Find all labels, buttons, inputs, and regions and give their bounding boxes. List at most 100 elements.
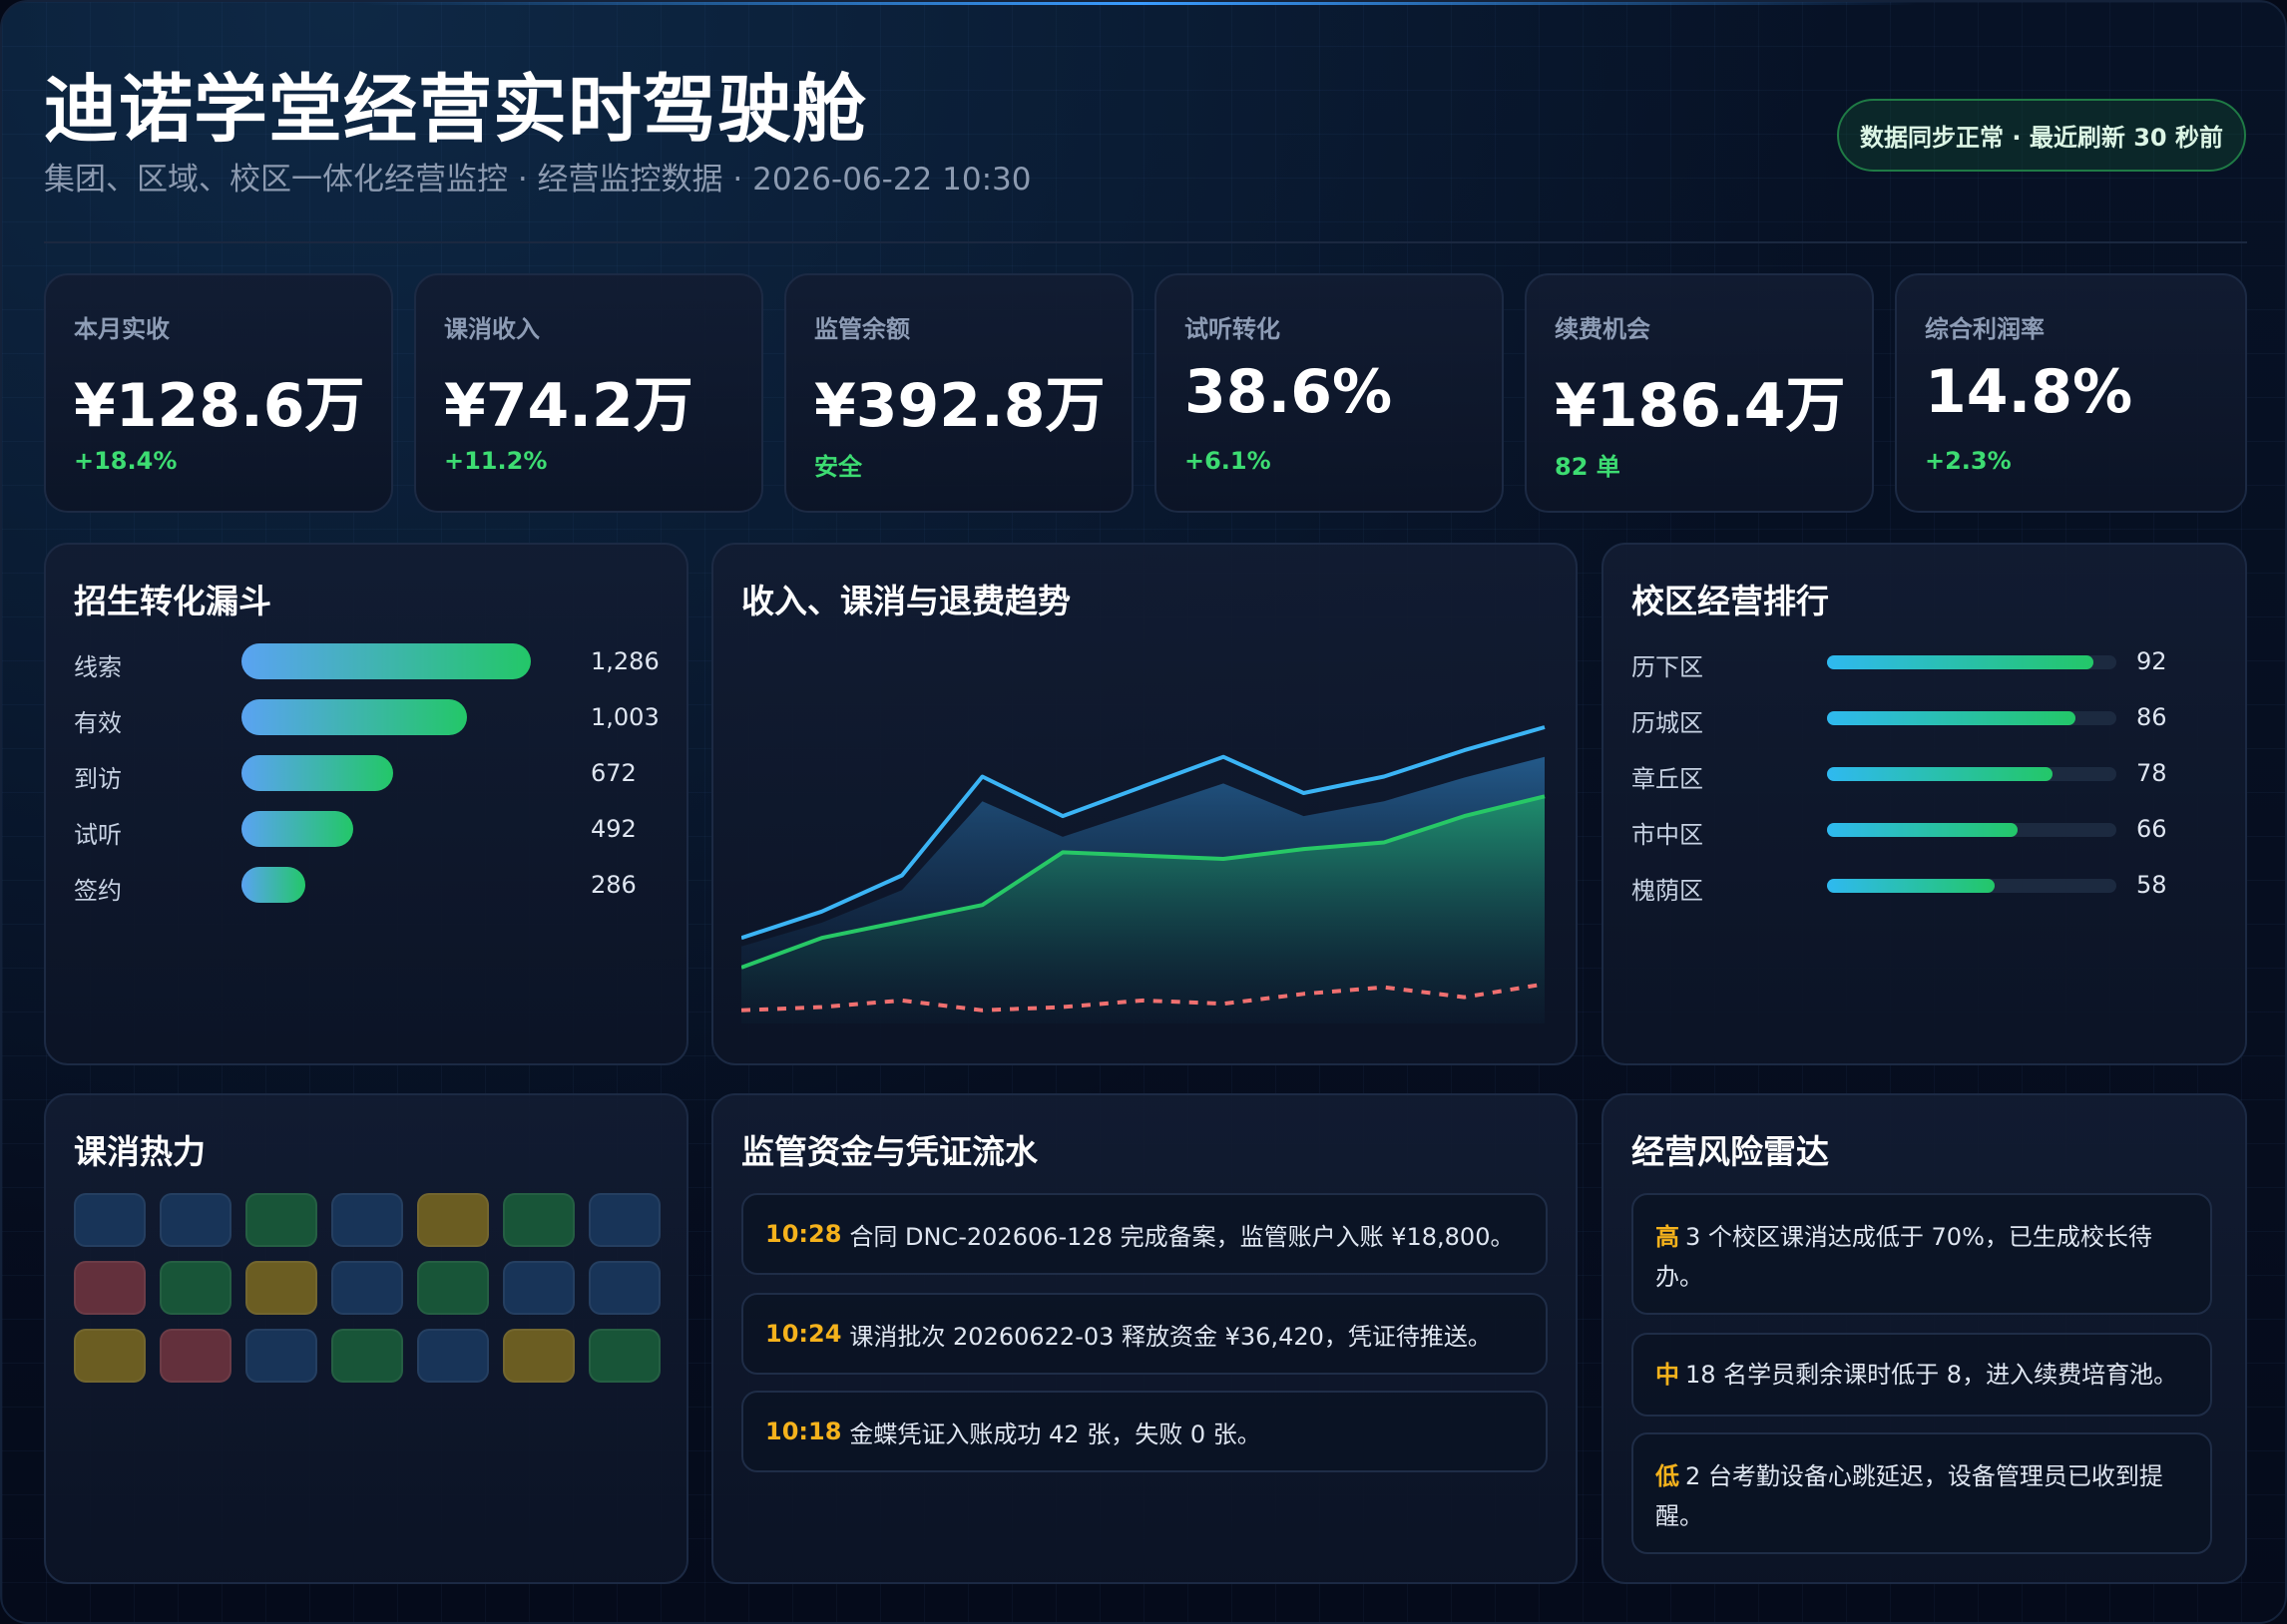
heatmap-cell[interactable] [331,1261,403,1315]
kpi-card-profit-margin[interactable]: 综合利润率 14.8% +2.3% [1895,273,2247,513]
funnel-value: 672 [591,759,637,787]
funnel-label: 到访 [74,765,122,793]
funnel-bar [241,811,353,847]
heatmap-cell[interactable] [160,1193,231,1247]
funnel-row[interactable]: 线索 1,286 [74,643,660,681]
heatmap-cell[interactable] [160,1261,231,1315]
heatmap-cell[interactable] [245,1329,317,1383]
heatmap-cell[interactable] [503,1193,575,1247]
risk-level: 高 [1655,1223,1679,1251]
funnel-row[interactable]: 到访 672 [74,755,637,793]
panel-title: 招生转化漏斗 [74,582,271,620]
ranking-score: 78 [2136,759,2167,787]
heatmap-cell[interactable] [331,1193,403,1247]
heatmap-cell[interactable] [245,1193,317,1247]
heatmap-cell[interactable] [74,1329,146,1383]
ranking-label: 历下区 [1631,653,1703,681]
heatmap-grid [74,1193,663,1393]
flow-text: 合同 DNC-202606-128 完成备案，监管账户入账 ¥18,800。 [849,1222,1515,1251]
kpi-card-renewal-opportunity[interactable]: 续费机会 ¥186.4万 82 单 [1525,273,1874,513]
kpi-card-course-revenue[interactable]: 课消收入 ¥74.2万 +11.2% [414,273,763,513]
funds-flow-item[interactable]: 10:28 合同 DNC-202606-128 完成备案，监管账户入账 ¥18,… [741,1193,1548,1275]
heatmap-cell[interactable] [417,1193,489,1247]
heatmap-cell[interactable] [417,1261,489,1315]
ranking-row[interactable]: 历城区 86 [1631,699,2190,737]
kpi-label: 课消收入 [444,315,540,343]
kpi-label: 试听转化 [1184,315,1280,343]
funnel-row[interactable]: 试听 492 [74,811,637,849]
heatmap-cell[interactable] [589,1261,661,1315]
heatmap-cell[interactable] [589,1193,661,1247]
ranking-label: 章丘区 [1631,765,1703,793]
kpi-delta: +6.1% [1184,447,1271,475]
ranking-label: 槐荫区 [1631,877,1703,905]
risk-level: 中 [1655,1361,1679,1389]
ranking-row[interactable]: 市中区 66 [1631,811,2190,849]
flow-time: 10:28 [765,1220,842,1248]
risk-text: 18 名学员剩余课时低于 8，进入续费培育池。 [1685,1361,2178,1389]
trend-panel: 收入、课消与退费趋势 [711,543,1578,1065]
heatmap-cell[interactable] [589,1329,661,1383]
ranking-bar [1827,711,2075,725]
heatmap-cell[interactable] [74,1261,146,1315]
heatmap-cell[interactable] [503,1329,575,1383]
ranking-score: 58 [2136,871,2167,899]
kpi-card-trial-conversion[interactable]: 试听转化 38.6% +6.1% [1154,273,1504,513]
ranking-bar [1827,879,1995,893]
ranking-score: 66 [2136,815,2167,843]
funnel-row[interactable]: 签约 286 [74,867,637,905]
funds-flow-item[interactable]: 10:24 课消批次 20260622-03 释放资金 ¥36,420，凭证待推… [741,1293,1548,1375]
panel-title: 校区经营排行 [1631,582,1829,620]
risk-item[interactable]: 低2 台考勤设备心跳延迟，设备管理员已收到提醒。 [1631,1432,2212,1554]
ranking-bar [1827,767,2053,781]
risk-text: 2 台考勤设备心跳延迟，设备管理员已收到提醒。 [1655,1462,2163,1530]
ranking-panel: 校区经营排行 历下区 92 历城区 86 章丘区 78 市中区 66 槐荫区 5… [1601,543,2247,1065]
heatmap-cell[interactable] [503,1261,575,1315]
funds-panel: 监管资金与凭证流水 10:28 合同 DNC-202606-128 完成备案，监… [711,1093,1578,1584]
funnel-bar [241,755,393,791]
funnel-bar [241,643,531,679]
panel-title: 课消热力 [74,1132,206,1171]
heatmap-cell[interactable] [74,1193,146,1247]
kpi-label: 监管余额 [814,315,910,343]
top-accent-line [361,2,1918,5]
kpi-delta: 安全 [814,453,862,481]
funnel-label: 有效 [74,709,122,737]
kpi-value: 14.8% [1925,357,2133,427]
panel-title: 经营风险雷达 [1631,1132,1829,1171]
funnel-row[interactable]: 有效 1,003 [74,699,660,737]
heatmap-cell[interactable] [331,1329,403,1383]
kpi-label: 本月实收 [74,315,170,343]
funnel-bar [241,867,305,903]
heatmap-cell[interactable] [417,1329,489,1383]
risk-item[interactable]: 高3 个校区课消达成低于 70%，已生成校长待办。 [1631,1193,2212,1315]
risk-item[interactable]: 中 18 名学员剩余课时低于 8，进入续费培育池。 [1631,1333,2212,1417]
ranking-row[interactable]: 槐荫区 58 [1631,867,2190,905]
ranking-row[interactable]: 历下区 92 [1631,643,2190,681]
flow-time: 10:24 [765,1320,842,1348]
kpi-card-supervised-balance[interactable]: 监管余额 ¥392.8万 安全 [784,273,1134,513]
ranking-label: 历城区 [1631,709,1703,737]
flow-time: 10:18 [765,1418,842,1445]
funds-flow-item[interactable]: 10:18 金蝶凭证入账成功 42 张，失败 0 张。 [741,1391,1548,1472]
risk-panel: 经营风险雷达 高3 个校区课消达成低于 70%，已生成校长待办。 中 18 名学员… [1601,1093,2247,1584]
trend-chart[interactable] [741,694,1550,1023]
kpi-card-monthly-receipts[interactable]: 本月实收 ¥128.6万 +18.4% [44,273,393,513]
risk-level: 低 [1655,1462,1679,1490]
kpi-label: 续费机会 [1555,315,1650,343]
ranking-bar [1827,823,2018,837]
heatmap-cell[interactable] [245,1261,317,1315]
kpi-value: ¥186.4万 [1555,371,1846,441]
kpi-value: ¥128.6万 [74,371,365,441]
kpi-delta: +2.3% [1925,447,2012,475]
heatmap-cell[interactable] [160,1329,231,1383]
ranking-row[interactable]: 章丘区 78 [1631,755,2190,793]
kpi-value: ¥392.8万 [814,371,1106,441]
sync-status-badge[interactable]: 数据同步正常 · 最近刷新 30 秒前 [1837,99,2246,172]
funnel-bar [241,699,467,735]
dashboard: 迪诺学堂经营实时驾驶舱 集团、区域、校区一体化经营监控 · 经营监控数据 · 2… [0,0,2287,1624]
funnel-label: 线索 [74,653,122,681]
kpi-delta: +11.2% [444,447,548,475]
kpi-value: 38.6% [1184,357,1393,427]
kpi-label: 综合利润率 [1925,315,2045,343]
